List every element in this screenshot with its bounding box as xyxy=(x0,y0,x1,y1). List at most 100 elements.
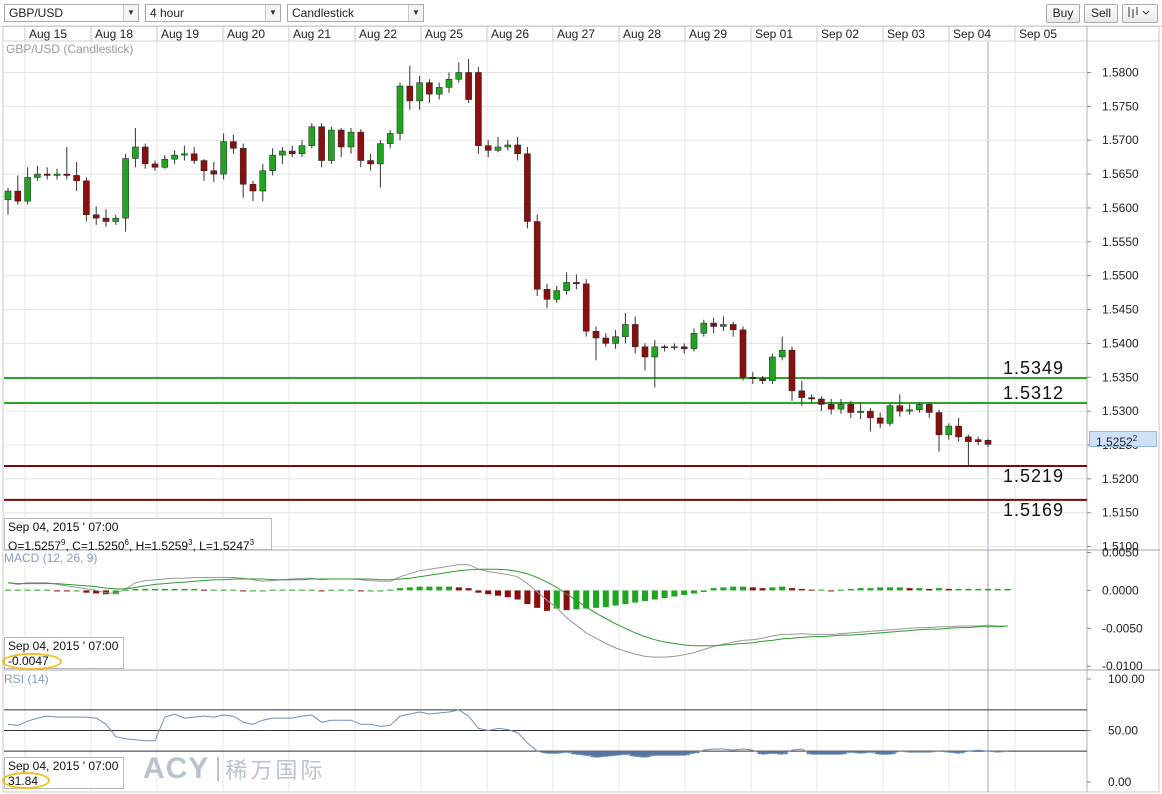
candle-body-down xyxy=(935,412,943,436)
rsi-oversold-fill xyxy=(649,751,661,756)
candle-body-up xyxy=(563,282,570,291)
ohlc-date: Sep 04, 2015 ' 07:00 xyxy=(8,520,119,534)
candle-body-up xyxy=(171,154,178,160)
macd-histogram-bar xyxy=(788,588,796,591)
rsi-tick-label: 0.00 xyxy=(1108,775,1132,789)
macd-histogram-bar xyxy=(289,589,296,591)
candle-body-down xyxy=(543,288,551,300)
price-tick-label: 1.5200 xyxy=(1102,472,1139,486)
chart-frame xyxy=(2,25,1160,793)
macd-histogram-bar xyxy=(612,590,619,606)
candle-body-down xyxy=(974,439,982,442)
macd-histogram-bar xyxy=(651,590,658,600)
macd-histogram-bar xyxy=(798,588,805,591)
rsi-highlight-ellipse xyxy=(2,772,50,789)
candle-body-up xyxy=(181,153,188,156)
macd-histogram-bar xyxy=(426,586,433,591)
macd-histogram-bar xyxy=(671,590,678,597)
rsi-oversold-fill xyxy=(669,751,680,756)
candle-body-up xyxy=(161,158,169,168)
candle-body-down xyxy=(484,145,492,151)
candle-body-down xyxy=(249,183,257,192)
macd-histogram-bar xyxy=(837,589,845,591)
candle-body-up xyxy=(112,217,120,222)
candle-body-down xyxy=(582,283,590,332)
macd-histogram-bar xyxy=(828,590,835,592)
candle-body-down xyxy=(818,398,825,405)
candle-body-up xyxy=(916,404,923,411)
candle-body-down xyxy=(200,160,208,171)
macd-histogram-bar xyxy=(847,588,854,591)
rsi-line xyxy=(7,709,1008,758)
macd-histogram-bar xyxy=(984,588,992,591)
macd-histogram-bar xyxy=(808,589,815,591)
macd-tick-label: -0.0050 xyxy=(1102,621,1143,635)
macd-histogram-bar xyxy=(632,590,639,603)
candle-body-down xyxy=(357,131,365,161)
macd-histogram-bar xyxy=(44,589,51,591)
macd-histogram-bar xyxy=(926,588,933,591)
candle-body-down xyxy=(367,160,374,165)
macd-histogram-bar xyxy=(886,587,894,591)
candle-body-up xyxy=(612,336,619,344)
macd-histogram-bar xyxy=(387,589,394,591)
macd-histogram-bar xyxy=(259,590,266,592)
candle-body-down xyxy=(92,214,100,219)
candle-body-up xyxy=(396,85,404,134)
macd-histogram-bar xyxy=(14,589,21,591)
date-tick-label: Aug 19 xyxy=(161,27,199,41)
date-tick-label: Aug 25 xyxy=(425,27,463,41)
macd-histogram-bar xyxy=(661,590,668,598)
price-tick-label: 1.5700 xyxy=(1102,133,1139,147)
candle-body-down xyxy=(14,190,22,202)
macd-histogram-bar xyxy=(896,587,903,591)
macd-histogram-bar xyxy=(739,586,747,591)
chart-canvas[interactable]: 1.5349 1.5312 1.5219 1.5169 Aug 15 Aug 18 Aug… xyxy=(0,0,1162,794)
macd-histogram-bar xyxy=(514,590,521,600)
macd-histogram-bar xyxy=(867,588,874,591)
price-tick-label: 1.5300 xyxy=(1102,404,1139,418)
candle-body-up xyxy=(122,158,129,219)
macd-histogram-bar xyxy=(779,586,786,591)
date-tick-label: Aug 18 xyxy=(95,27,133,41)
rsi-tick-label: 100.00 xyxy=(1108,672,1145,686)
candle-body-up xyxy=(494,146,502,151)
date-tick-label: Aug 20 xyxy=(227,27,265,41)
candle-body-up xyxy=(945,425,953,436)
candle-body-up xyxy=(622,324,629,337)
candle-body-up xyxy=(445,79,453,88)
macd-histogram-bar xyxy=(279,589,286,591)
candle-body-up xyxy=(53,173,61,176)
macd-histogram-bar xyxy=(161,588,168,591)
macd-histogram-bar xyxy=(406,587,413,591)
macd-histogram-bar xyxy=(916,588,923,591)
macd-histogram-bar xyxy=(592,590,600,608)
candle-body-up xyxy=(328,129,335,161)
macd-histogram-bar xyxy=(759,588,766,591)
macd-histogram-bar xyxy=(249,590,257,592)
macd-histogram-bar xyxy=(377,590,384,592)
last-price-value: 1.5252 xyxy=(1096,435,1133,449)
macd-histogram-bar xyxy=(465,588,472,591)
macd-histogram-bar xyxy=(240,590,247,592)
macd-histogram-bar xyxy=(191,588,198,591)
macd-highlight-ellipse xyxy=(2,653,62,670)
candle-body-down xyxy=(524,153,531,222)
level-label: 1.5312 xyxy=(1003,383,1064,403)
candle-body-down xyxy=(141,146,149,165)
candle-body-up xyxy=(700,322,708,334)
macd-histogram-bar xyxy=(475,590,482,593)
macd-histogram-bar xyxy=(602,590,609,608)
macd-histogram-bar xyxy=(24,589,31,591)
macd-histogram-bar xyxy=(308,589,315,591)
macd-histogram-bar xyxy=(700,590,707,592)
candle-body-down xyxy=(876,417,884,424)
candle-body-up xyxy=(886,405,894,424)
macd-histogram-bar xyxy=(63,590,70,592)
candle-body-up xyxy=(504,144,512,148)
macd-histogram-bar xyxy=(436,586,443,591)
macd-histogram-bar xyxy=(906,588,913,591)
rsi-oversold-fill xyxy=(620,751,631,755)
price-tick-label: 1.5400 xyxy=(1102,336,1139,350)
price-tick-label: 1.5750 xyxy=(1102,99,1139,113)
